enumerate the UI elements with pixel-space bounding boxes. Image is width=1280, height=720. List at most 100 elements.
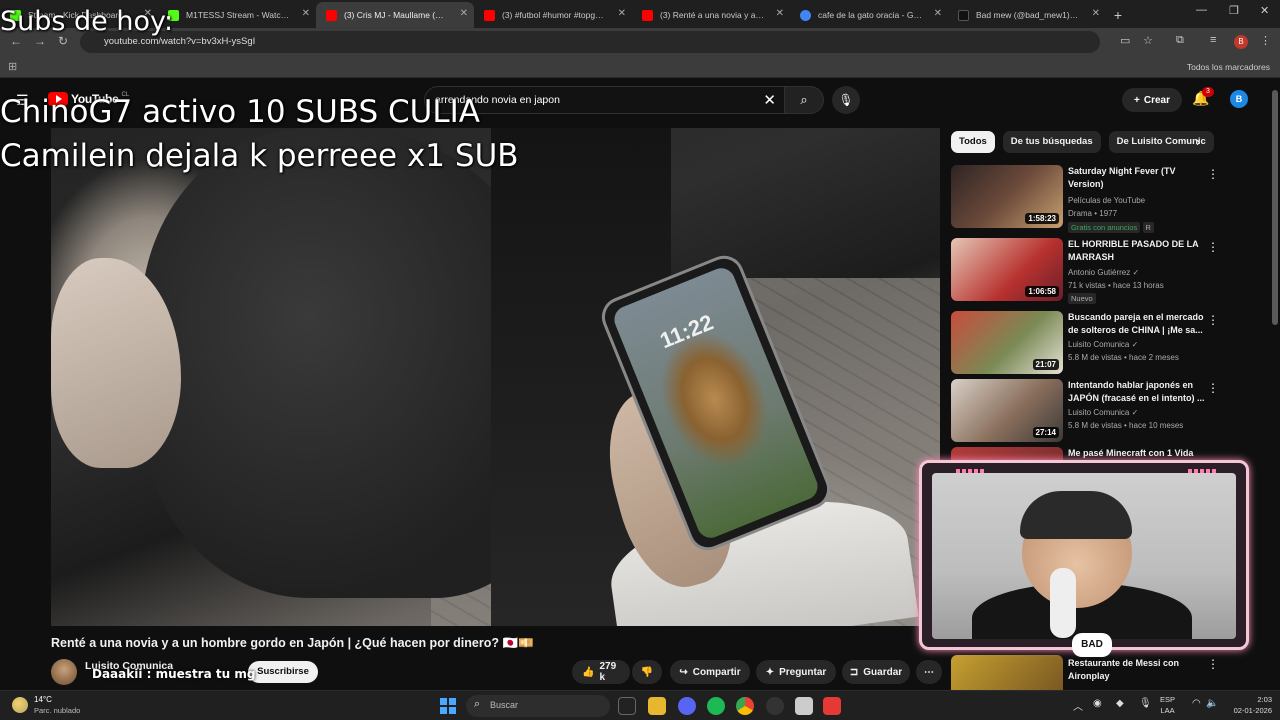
browser-tab[interactable]: M1TESSJ Stream - Watch Live o ✕	[158, 2, 316, 28]
close-tab-icon[interactable]: ✕	[776, 8, 784, 19]
recommendation-title[interactable]: Intentando hablar japonés en JAPÓN (frac…	[1068, 379, 1206, 405]
tab-label: (3) Cris MJ - Maullame (Video	[344, 10, 448, 20]
video-thumbnail[interactable]: 1:06:58	[951, 238, 1063, 301]
clear-search-icon[interactable]: ✕	[763, 91, 776, 109]
browser-menu-icon[interactable]: ⋮	[1260, 34, 1271, 47]
bookmark-star-icon[interactable]: ☆	[1143, 34, 1153, 47]
video-thumbnail[interactable]: 1:58:23	[951, 165, 1063, 228]
maximize-icon[interactable]: ❐	[1229, 4, 1239, 17]
close-window-icon[interactable]: ✕	[1260, 4, 1269, 17]
browser-tab[interactable]: (3) Renté a una novia y a un ho ✕	[632, 2, 790, 28]
search-button[interactable]: ⌕	[784, 86, 824, 114]
save-button[interactable]: ⊐ Guardar	[842, 660, 910, 684]
scrollbar-thumb[interactable]	[1272, 90, 1278, 325]
system-clock[interactable]: 2:03 02-01-2026	[1220, 694, 1272, 716]
streamer-logo: BAD	[1072, 633, 1112, 657]
partly-cloudy-icon	[12, 697, 28, 713]
ask-button[interactable]: ✦ Preguntar	[756, 660, 836, 684]
new-tab-button[interactable]: +	[1106, 2, 1130, 28]
apps-grid-icon[interactable]: ⊞	[8, 60, 17, 73]
task-view-icon[interactable]	[618, 697, 636, 715]
recommendation-channel[interactable]: Luisito Comunica ✓	[1068, 408, 1138, 417]
all-bookmarks-link[interactable]: Todos los marcadores	[1187, 62, 1270, 72]
profile-avatar[interactable]: B	[1234, 35, 1248, 49]
video-player[interactable]: 11:22	[51, 128, 940, 626]
discord-icon[interactable]	[678, 697, 696, 715]
like-button[interactable]: 👍 279 k	[572, 660, 630, 684]
bookmark-icon: ⊐	[849, 666, 859, 678]
recommendation-title[interactable]: Me pasé Minecraft con 1 Vida	[1068, 447, 1206, 460]
recommendation-item[interactable]: 1:06:58 EL HORRIBLE PASADO DE LA MARRASH…	[951, 238, 1241, 304]
lang-code: ESP	[1160, 695, 1176, 704]
tray-mic-icon[interactable]: 🎙	[1139, 698, 1152, 709]
language-indicator[interactable]: ESP LAA	[1160, 694, 1175, 716]
more-options-icon[interactable]: ⋮	[1207, 657, 1219, 671]
recommendation-title[interactable]: Restaurante de Messi con Aironplay	[1068, 657, 1206, 683]
close-tab-icon[interactable]: ✕	[1092, 8, 1100, 19]
share-button[interactable]: ↪ Compartir	[670, 660, 750, 684]
close-tab-icon[interactable]: ✕	[302, 8, 310, 19]
chip-todos[interactable]: Todos	[951, 131, 995, 153]
network-icon[interactable]: ◠	[1192, 698, 1201, 709]
channel-avatar[interactable]	[51, 659, 77, 685]
more-options-icon[interactable]: ⋮	[1207, 381, 1219, 395]
windows-start-icon[interactable]	[440, 698, 456, 714]
weather-desc: Parc. nublado	[34, 706, 81, 715]
clock-time: 2:03	[1257, 695, 1272, 704]
close-tab-icon[interactable]: ✕	[618, 8, 626, 19]
recommendation-item[interactable]: 1:58:23 Saturday Night Fever (TV Version…	[951, 165, 1241, 233]
url-text[interactable]: youtube.com/watch?v=bv3xH-ysSgI	[104, 36, 255, 47]
recommendation-meta: 5.8 M de vistas • hace 10 meses	[1068, 421, 1184, 430]
dislike-button[interactable]: 👎	[632, 660, 662, 684]
webcam-overlay: BAD	[919, 460, 1249, 657]
webcam-feed	[932, 473, 1236, 639]
more-options-icon[interactable]: ⋮	[1207, 240, 1219, 254]
page-scrollbar[interactable]	[1270, 80, 1280, 690]
tray-app-icon[interactable]: ◆	[1116, 698, 1124, 709]
recommendation-item[interactable]: 21:07 Buscando pareja en el mercado de s…	[951, 311, 1241, 375]
extensions-icon[interactable]: ⧉	[1176, 34, 1184, 47]
streaming-app-icon[interactable]	[823, 697, 841, 715]
recommendation-channel[interactable]: Antonio Gutiérrez ✓	[1068, 268, 1139, 277]
recommendation-title[interactable]: Saturday Night Fever (TV Version)	[1068, 165, 1206, 191]
media-controls-icon[interactable]: ≡	[1210, 34, 1216, 46]
more-actions-button[interactable]: ⋯	[916, 660, 942, 684]
recommendation-channel[interactable]: Luisito Comunica ✓	[1068, 340, 1138, 349]
taskbar-search[interactable]: ⌕ Buscar	[466, 695, 610, 717]
browser-tab[interactable]: cafe de la gato oracia - Google ✕	[790, 2, 948, 28]
chip-from-searches[interactable]: De tus búsquedas	[1002, 131, 1101, 153]
browser-tab[interactable]: (3) #futbol #humor #topgoles ✕	[474, 2, 632, 28]
volume-icon[interactable]: 🔈	[1206, 698, 1218, 709]
chrome-icon[interactable]	[736, 697, 754, 715]
omnibox[interactable]: youtube.com/watch?v=bv3xH-ysSgI	[80, 31, 1100, 53]
spotify-icon[interactable]	[707, 697, 725, 715]
browser-tab-strip: Stream - Kick Dashboard ✕ M1TESSJ Stream…	[0, 0, 1280, 28]
browser-tab[interactable]: Bad mew (@bad_mew1) | TikTo ✕	[948, 2, 1106, 28]
recommendation-title[interactable]: EL HORRIBLE PASADO DE LA MARRASH	[1068, 238, 1206, 264]
youtube-favicon-icon	[642, 10, 653, 21]
more-options-icon[interactable]: ⋮	[1207, 313, 1219, 327]
recommendation-title[interactable]: Buscando pareja en el mercado de soltero…	[1068, 311, 1206, 337]
like-count: 279 k	[599, 661, 617, 683]
create-button[interactable]: + Crear	[1122, 88, 1182, 112]
close-tab-icon[interactable]: ✕	[934, 8, 942, 19]
account-avatar[interactable]: B	[1230, 90, 1248, 108]
subscribe-button[interactable]: Suscribirse	[248, 661, 318, 683]
tray-app-icon[interactable]: ◉	[1093, 698, 1102, 709]
tray-chevron-icon[interactable]: ︿	[1073, 698, 1083, 713]
obs-icon[interactable]	[766, 697, 784, 715]
cast-icon[interactable]: ▭	[1120, 34, 1130, 47]
app-icon[interactable]	[795, 697, 813, 715]
recommendation-item[interactable]: 27:14 Intentando hablar japonés en JAPÓN…	[951, 379, 1241, 443]
close-tab-icon[interactable]: ✕	[460, 8, 468, 19]
browser-tab-active[interactable]: (3) Cris MJ - Maullame (Video ✕	[316, 2, 474, 28]
file-explorer-icon[interactable]	[648, 697, 666, 715]
chevron-right-icon[interactable]: ›	[1196, 134, 1200, 149]
video-thumbnail[interactable]: 27:14	[951, 379, 1063, 442]
video-thumbnail[interactable]: 21:07	[951, 311, 1063, 374]
more-options-icon[interactable]: ⋮	[1207, 167, 1219, 181]
recommendation-channel[interactable]: Películas de YouTube	[1068, 196, 1145, 205]
voice-search-button[interactable]: 🎙	[832, 86, 860, 114]
minimize-icon[interactable]: —	[1196, 4, 1207, 16]
related-chips: Todos De tus búsquedas De Luisito Comuni…	[951, 131, 1214, 153]
